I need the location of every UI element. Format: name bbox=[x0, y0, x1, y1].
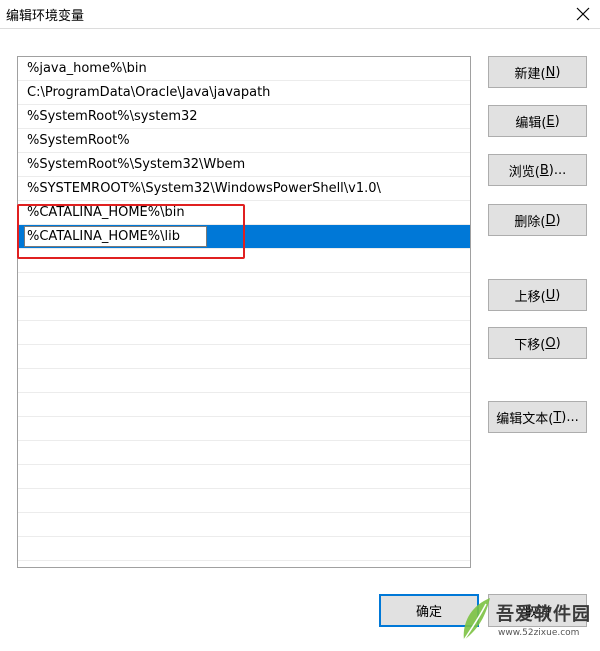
list-item[interactable]: %CATALINA_HOME%\bin bbox=[18, 201, 470, 225]
new-button[interactable]: 新建(N) bbox=[488, 56, 587, 88]
empty-row bbox=[18, 345, 470, 369]
path-list[interactable]: %java_home%\bin C:\ProgramData\Oracle\Ja… bbox=[17, 56, 471, 568]
list-item-text: %SystemRoot% bbox=[27, 133, 130, 148]
list-item-text: %java_home%\bin bbox=[27, 61, 147, 76]
list-item[interactable]: %SystemRoot%\system32 bbox=[18, 105, 470, 129]
list-item[interactable]: %java_home%\bin bbox=[18, 57, 470, 81]
list-item-selected[interactable] bbox=[18, 225, 470, 249]
list-item[interactable]: %SystemRoot%\System32\Wbem bbox=[18, 153, 470, 177]
edit-button[interactable]: 编辑(E) bbox=[488, 105, 587, 137]
empty-row bbox=[18, 393, 470, 417]
cancel-button[interactable]: 取消 bbox=[488, 594, 587, 627]
list-item-text: %SystemRoot%\System32\Wbem bbox=[27, 157, 246, 172]
empty-row bbox=[18, 489, 470, 513]
empty-row bbox=[18, 249, 470, 273]
move-down-button[interactable]: 下移(O) bbox=[488, 327, 587, 359]
edit-text-button[interactable]: 编辑文本(T)... bbox=[488, 401, 587, 433]
list-item[interactable]: %SYSTEMROOT%\System32\WindowsPowerShell\… bbox=[18, 177, 470, 201]
empty-row bbox=[18, 417, 470, 441]
list-item-text: C:\ProgramData\Oracle\Java\javapath bbox=[27, 85, 271, 100]
empty-row bbox=[18, 513, 470, 537]
list-item[interactable]: %SystemRoot% bbox=[18, 129, 470, 153]
delete-button[interactable]: 删除(D) bbox=[488, 204, 587, 236]
list-item-text: %SYSTEMROOT%\System32\WindowsPowerShell\… bbox=[27, 181, 381, 196]
list-item-text: %CATALINA_HOME%\bin bbox=[27, 205, 185, 220]
empty-row bbox=[18, 441, 470, 465]
ok-button[interactable]: 确定 bbox=[379, 594, 479, 627]
empty-row bbox=[18, 465, 470, 489]
move-up-button[interactable]: 上移(U) bbox=[488, 279, 587, 311]
close-icon bbox=[576, 7, 590, 21]
empty-row bbox=[18, 321, 470, 345]
empty-row bbox=[18, 273, 470, 297]
window-title: 编辑环境变量 bbox=[6, 9, 85, 24]
list-item-text: %SystemRoot%\system32 bbox=[27, 109, 198, 124]
browse-button[interactable]: 浏览(B)... bbox=[488, 154, 587, 186]
list-item[interactable]: C:\ProgramData\Oracle\Java\javapath bbox=[18, 81, 470, 105]
empty-row bbox=[18, 537, 470, 561]
title-bar: 编辑环境变量 bbox=[0, 0, 600, 29]
empty-row bbox=[18, 369, 470, 393]
empty-row bbox=[18, 297, 470, 321]
close-button[interactable] bbox=[566, 0, 600, 28]
list-item-edit-input[interactable] bbox=[24, 226, 207, 247]
watermark-url: www.52zixue.com bbox=[498, 628, 580, 638]
